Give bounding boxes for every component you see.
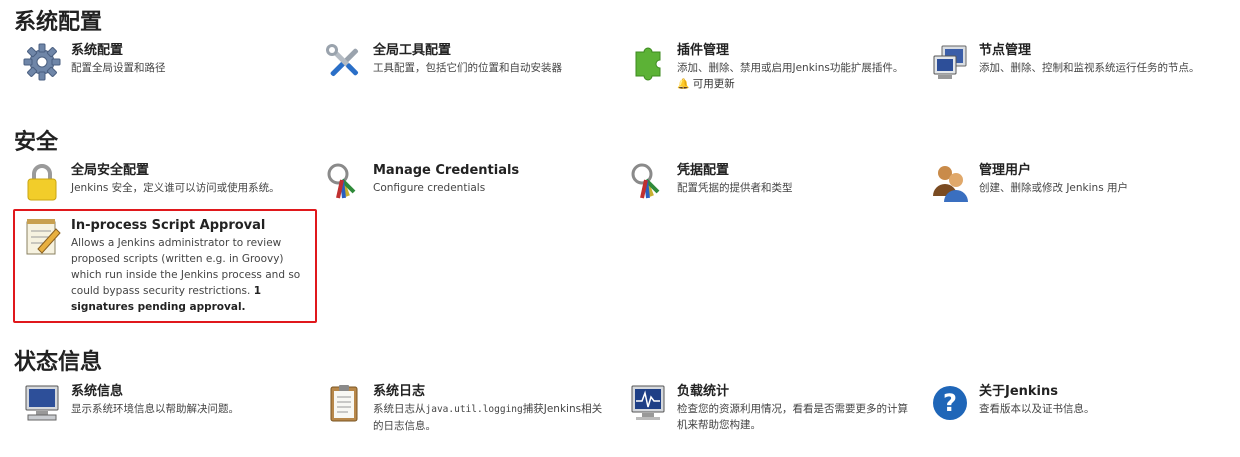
puzzle-icon (628, 42, 668, 82)
credential-config-link[interactable]: 凭据配置 配置凭据的提供者和类型 (620, 162, 910, 202)
item-title: 全局工具配置 (373, 43, 452, 58)
item-title: 节点管理 (979, 43, 1032, 58)
item-title: Manage Credentials (373, 163, 520, 178)
section-title-status: 状态信息 (14, 350, 103, 375)
item-desc: 显示系统环境信息以帮助解决问题。 (71, 403, 239, 415)
updates-available[interactable]: 🔔 可用更新 (677, 76, 920, 93)
bell-icon: 🔔 (677, 79, 690, 90)
manage-credentials-link[interactable]: Manage Credentials Configure credentials (316, 162, 606, 202)
item-desc: Jenkins 安全，定义谁可以访问或使用系统。 (71, 182, 280, 194)
item-desc: Configure credentials (373, 182, 486, 194)
plugin-manager-link[interactable]: 插件管理 添加、删除、禁用或启用Jenkins功能扩展插件。 🔔 可用更新 (620, 42, 920, 90)
item-title: 负载统计 (677, 384, 730, 399)
item-desc: 配置全局设置和路径 (71, 62, 166, 74)
item-title: 关于Jenkins (979, 384, 1059, 399)
lock-icon (22, 162, 62, 202)
script-approval-link[interactable]: In-process Script Approval Allows a Jenk… (14, 217, 304, 313)
item-title: 系统日志 (373, 384, 426, 399)
manage-users-link[interactable]: 管理用户 创建、删除或修改 Jenkins 用户 (922, 162, 1222, 202)
load-statistics-link[interactable]: 负载统计 检查您的资源利用情况，看看是否需要更多的计算机来帮助您构建。 (620, 383, 910, 431)
item-desc: Allows a Jenkins administrator to review… (71, 237, 301, 313)
item-desc: 检查您的资源利用情况，看看是否需要更多的计算机来帮助您构建。 (677, 403, 908, 431)
item-title: 管理用户 (979, 163, 1032, 178)
item-desc: 添加、删除、禁用或启用Jenkins功能扩展插件。 (677, 62, 904, 74)
node-manager-link[interactable]: 节点管理 添加、删除、控制和监视系统运行任务的节点。 (922, 42, 1222, 82)
users-icon (930, 162, 970, 202)
item-desc: 配置凭据的提供者和类型 (677, 182, 793, 194)
load-monitor-icon (628, 383, 668, 423)
system-info-link[interactable]: 系统信息 显示系统环境信息以帮助解决问题。 (14, 383, 304, 423)
item-title: 插件管理 (677, 43, 730, 58)
item-desc: 工具配置，包括它们的位置和自动安装器 (373, 62, 562, 74)
help-icon: ? (930, 383, 970, 423)
computer-icon (930, 42, 970, 82)
clipboard-icon (324, 383, 364, 423)
item-title: 全局安全配置 (71, 163, 150, 178)
item-title: 凭据配置 (677, 163, 730, 178)
item-desc: 添加、删除、控制和监视系统运行任务的节点。 (979, 62, 1200, 74)
system-log-link[interactable]: 系统日志 系统日志从java.util.logging捕获Jenkins相关的日… (316, 383, 606, 432)
global-tool-config-link[interactable]: 全局工具配置 工具配置，包括它们的位置和自动安装器 (316, 42, 606, 82)
item-title: In-process Script Approval (71, 218, 266, 233)
item-desc: 查看版本以及证书信息。 (979, 403, 1095, 415)
tools-icon (324, 42, 364, 82)
global-security-link[interactable]: 全局安全配置 Jenkins 安全，定义谁可以访问或使用系统。 (14, 162, 304, 202)
keys-icon (628, 162, 668, 202)
section-title-security: 安全 (14, 130, 59, 155)
item-desc: 系统日志从java.util.logging捕获Jenkins相关的日志信息。 (373, 403, 603, 432)
notepad-icon (22, 217, 62, 257)
item-title: 系统信息 (71, 384, 124, 399)
keys-icon (324, 162, 364, 202)
system-config-link[interactable]: 系统配置 配置全局设置和路径 (14, 42, 304, 82)
about-jenkins-link[interactable]: ? 关于Jenkins 查看版本以及证书信息。 (922, 383, 1212, 423)
svg-text:?: ? (943, 389, 957, 417)
section-title-system-config: 系统配置 (14, 10, 103, 35)
item-desc: 创建、删除或修改 Jenkins 用户 (979, 182, 1129, 194)
item-title: 系统配置 (71, 43, 124, 58)
monitor-icon (22, 383, 62, 423)
gear-icon (22, 42, 62, 82)
